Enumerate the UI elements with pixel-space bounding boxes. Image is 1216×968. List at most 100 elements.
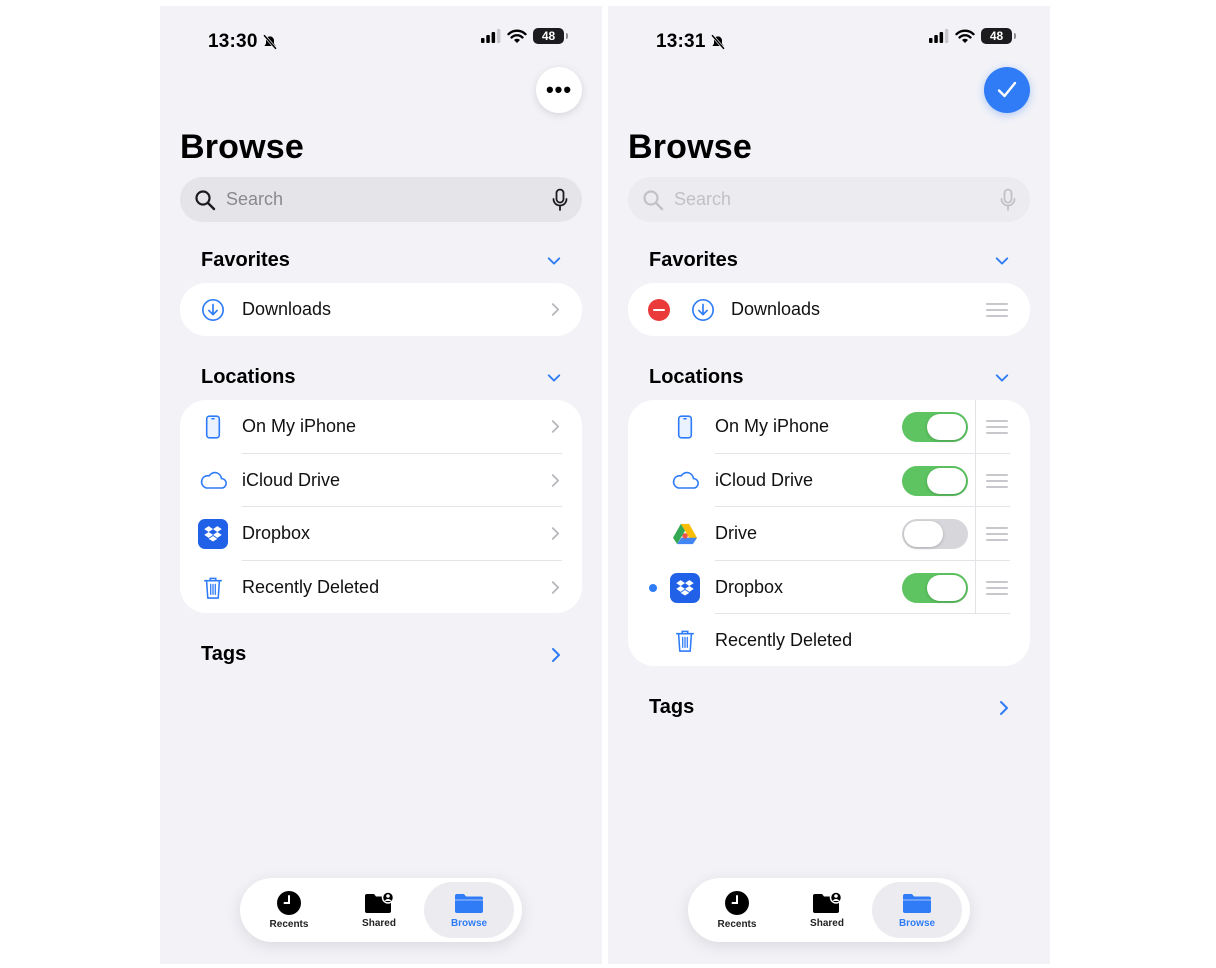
dropbox-icon xyxy=(198,519,228,549)
favorites-header[interactable]: Favorites xyxy=(649,249,1009,272)
item-label: On My iPhone xyxy=(715,416,830,437)
google-drive-icon xyxy=(670,519,700,549)
location-item-recently-deleted[interactable]: Recently Deleted xyxy=(180,561,582,614)
location-item-on-my-iphone[interactable]: On My iPhone xyxy=(628,400,1030,454)
chevron-down-icon[interactable] xyxy=(547,256,561,266)
browse-screen: 13:30 48 ••• Browse Search Favorites Dow… xyxy=(160,6,602,964)
tab-shared[interactable]: Shared xyxy=(782,882,872,938)
tab-bar: Recents Shared Browse xyxy=(688,878,970,942)
locations-header[interactable]: Locations xyxy=(201,366,561,389)
status-indicators: 48 xyxy=(481,28,568,44)
location-item-icloud-drive[interactable]: iCloud Drive xyxy=(628,453,1030,507)
reorder-handle-icon[interactable] xyxy=(986,420,1008,434)
status-indicators: 48 xyxy=(929,28,1016,44)
favorites-item-downloads[interactable]: Downloads xyxy=(628,283,1030,336)
column-divider xyxy=(975,400,976,454)
locations-label: Locations xyxy=(201,366,296,388)
battery-icon: 48 xyxy=(981,28,1016,44)
location-item-icloud-drive[interactable]: iCloud Drive xyxy=(180,454,582,507)
shared-folder-icon xyxy=(364,891,394,915)
search-placeholder: Search xyxy=(674,189,732,209)
item-label: Dropbox xyxy=(715,576,784,597)
page-title: Browse xyxy=(628,128,753,166)
more-options-button[interactable]: ••• xyxy=(536,67,582,113)
reorder-handle-icon[interactable] xyxy=(986,303,1008,317)
time-label: 13:30 xyxy=(208,31,258,52)
chevron-right-icon[interactable] xyxy=(551,647,561,663)
folder-icon xyxy=(902,891,932,915)
item-label: iCloud Drive xyxy=(242,469,341,490)
tags-label: Tags xyxy=(649,696,695,718)
wifi-icon xyxy=(507,29,527,44)
location-item-drive[interactable]: Drive xyxy=(628,507,1030,561)
tags-label: Tags xyxy=(201,643,247,665)
tags-header[interactable]: Tags xyxy=(649,696,1009,719)
item-label: iCloud Drive xyxy=(715,469,814,490)
locations-list: On My iPhone iCloud Drive Drive Dropbox xyxy=(628,400,1030,666)
column-divider xyxy=(975,453,976,507)
wifi-icon xyxy=(955,29,975,44)
tags-header[interactable]: Tags xyxy=(201,643,561,666)
chevron-down-icon[interactable] xyxy=(995,373,1009,383)
tab-label: Browse xyxy=(898,918,936,929)
location-item-on-my-iphone[interactable]: On My iPhone xyxy=(180,400,582,454)
item-label: Recently Deleted xyxy=(242,576,380,597)
tab-label: Shared xyxy=(362,918,396,929)
tab-label: Shared xyxy=(810,918,844,929)
battery-icon: 48 xyxy=(533,28,568,44)
chevron-down-icon[interactable] xyxy=(995,256,1009,266)
ellipsis-icon: ••• xyxy=(545,77,573,102)
cloud-icon xyxy=(198,466,228,496)
item-label: Downloads xyxy=(731,299,821,320)
chevron-right-icon xyxy=(551,526,560,541)
chevron-right-icon xyxy=(551,473,560,488)
tab-label: Browse xyxy=(450,918,488,929)
dropbox-icon xyxy=(670,572,700,603)
tab-recents[interactable]: Recents xyxy=(244,882,334,938)
download-icon xyxy=(198,295,228,325)
status-time: 13:30 xyxy=(208,31,278,53)
trash-icon xyxy=(670,626,700,656)
iphone-icon xyxy=(198,412,228,442)
locations-list: On My iPhone iCloud Drive Dropbox Recent… xyxy=(180,400,582,613)
visibility-toggle[interactable] xyxy=(902,412,968,442)
locations-header[interactable]: Locations xyxy=(649,366,1009,389)
tab-label: Recents xyxy=(269,919,309,930)
bell-slash-icon xyxy=(710,34,726,50)
chevron-down-icon[interactable] xyxy=(547,373,561,383)
folder-icon xyxy=(454,891,484,915)
reorder-handle-icon[interactable] xyxy=(986,580,1008,595)
favorites-label: Favorites xyxy=(201,249,290,271)
checkmark-icon xyxy=(995,78,1019,102)
visibility-toggle[interactable] xyxy=(902,572,968,603)
browse-screen-edit-mode: 13:31 48 Browse Search Favorites Downloa… xyxy=(608,6,1050,964)
location-item-recently-deleted[interactable]: Recently Deleted xyxy=(628,614,1030,666)
favorites-list: Downloads xyxy=(180,283,582,336)
favorites-item-downloads[interactable]: Downloads xyxy=(180,283,582,336)
iphone-icon xyxy=(670,412,700,442)
tab-browse[interactable]: Browse xyxy=(872,882,962,938)
column-divider xyxy=(975,507,976,561)
visibility-toggle[interactable] xyxy=(902,465,968,496)
item-label: Downloads xyxy=(242,299,332,320)
tab-browse[interactable]: Browse xyxy=(424,882,514,938)
page-title: Browse xyxy=(180,128,305,166)
tab-recents[interactable]: Recents xyxy=(692,882,782,938)
search-field[interactable]: Search xyxy=(180,177,582,222)
done-button[interactable] xyxy=(984,67,1030,113)
favorites-header[interactable]: Favorites xyxy=(201,249,561,272)
remove-icon[interactable] xyxy=(648,299,670,321)
item-label: Recently Deleted xyxy=(715,630,853,651)
time-label: 13:31 xyxy=(656,31,706,52)
search-placeholder: Search xyxy=(226,189,284,209)
location-item-dropbox[interactable]: Dropbox xyxy=(180,507,582,561)
search-icon xyxy=(194,189,216,211)
visibility-toggle[interactable] xyxy=(902,519,968,549)
reorder-handle-icon[interactable] xyxy=(986,527,1008,541)
tab-shared[interactable]: Shared xyxy=(334,882,424,938)
chevron-right-icon xyxy=(551,302,560,317)
chevron-right-icon[interactable] xyxy=(999,700,1009,716)
reorder-handle-icon[interactable] xyxy=(986,473,1008,488)
microphone-icon[interactable] xyxy=(552,188,568,212)
location-item-dropbox[interactable]: Dropbox xyxy=(628,560,1030,614)
